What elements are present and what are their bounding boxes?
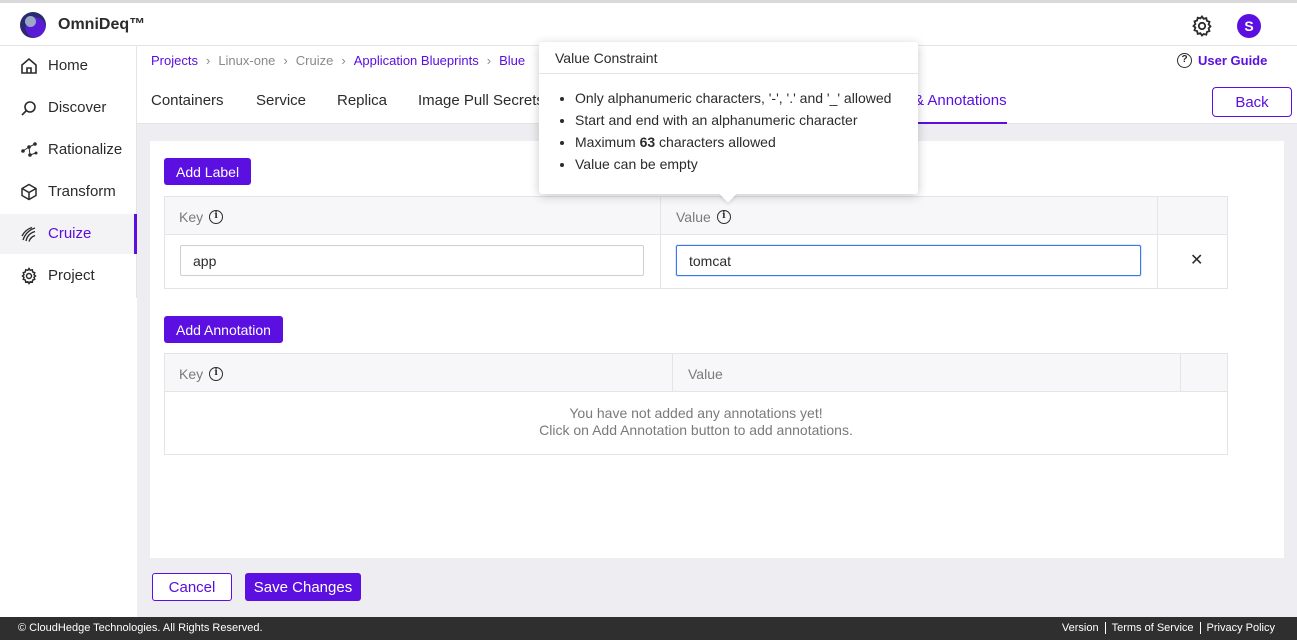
breadcrumb-blueprint[interactable]: Blue	[499, 53, 525, 68]
footer-link-version[interactable]: Version	[1056, 622, 1105, 634]
max-value: 63	[639, 134, 656, 150]
sidebar-item-label: Rationalize	[48, 141, 123, 158]
column-divider	[660, 197, 661, 235]
annotations-empty-state: You have not added any annotations yet! …	[165, 392, 1227, 454]
copyright-text: © CloudHedge Technologies. All Rights Re…	[18, 622, 263, 634]
value-constraint-tooltip: Value Constraint Only alphanumeric chara…	[539, 42, 918, 194]
breadcrumb-separator: ›	[283, 53, 288, 68]
tab-image-pull-secrets[interactable]: Image Pull Secrets	[418, 92, 544, 109]
footer-link-privacy[interactable]: Privacy Policy	[1199, 622, 1281, 634]
user-avatar[interactable]: S	[1237, 14, 1261, 38]
column-divider	[672, 354, 673, 392]
cube-icon	[21, 183, 37, 201]
omnideq-logo[interactable]	[20, 12, 46, 38]
breadcrumb-cruize: Cruize	[295, 53, 334, 68]
footer-links: Version Terms of Service Privacy Policy	[1056, 622, 1281, 634]
value-header-label: Value	[688, 366, 723, 382]
breadcrumb: Projects › Linux-one › Cruize › Applicat…	[151, 53, 525, 68]
annotations-table-header: Key i Value	[165, 354, 1227, 392]
tab-service[interactable]: Service	[256, 92, 306, 109]
footer: © CloudHedge Technologies. All Rights Re…	[0, 617, 1297, 640]
gear-icon	[21, 267, 37, 285]
labels-annotations-panel: Add Label Key i Value i ✕	[150, 141, 1284, 558]
cancel-button[interactable]: Cancel	[152, 573, 232, 601]
breadcrumb-separator: ›	[205, 53, 211, 68]
constraint-allowed-chars: Only alphanumeric characters, '-', '.' a…	[575, 87, 891, 109]
annotations-key-header: Key i	[179, 366, 224, 382]
sidebar-item-rationalize[interactable]: Rationalize	[0, 130, 137, 170]
settings-gear-icon[interactable]	[1190, 14, 1214, 38]
discover-icon	[21, 101, 36, 116]
empty-message-line1: You have not added any annotations yet!	[569, 405, 823, 421]
sidebar-item-project[interactable]: Project	[0, 256, 137, 296]
annotations-value-header: Value	[688, 366, 723, 382]
info-icon[interactable]: i	[209, 367, 224, 381]
tooltip-divider	[539, 73, 918, 74]
column-divider	[660, 235, 661, 288]
remove-label-button[interactable]: ✕	[1190, 250, 1203, 270]
column-divider	[1157, 235, 1158, 288]
key-header-label: Key	[179, 209, 204, 225]
constraint-empty-allowed: Value can be empty	[575, 153, 891, 175]
breadcrumb-application-blueprints[interactable]: Application Blueprints	[354, 53, 479, 68]
user-guide-link[interactable]: ? User Guide	[1177, 53, 1267, 68]
add-annotation-button[interactable]: Add Annotation	[164, 316, 283, 343]
max-suffix: characters allowed	[655, 134, 776, 150]
sidebar-item-label: Transform	[48, 183, 116, 200]
home-icon	[21, 57, 37, 74]
sidebar: Home Discover Rationalize Transform Crui…	[0, 46, 137, 298]
tab-labels-annotations[interactable]: & Annotations	[914, 92, 1007, 109]
app-name: OmniDeq™	[58, 16, 146, 33]
top-bar: OmniDeq™ S	[0, 0, 1297, 46]
rationalize-icon	[21, 142, 38, 157]
breadcrumb-projects[interactable]: Projects	[151, 53, 198, 68]
sidebar-item-cruize[interactable]: Cruize	[0, 214, 137, 254]
breadcrumb-linux-one: Linux-one	[218, 53, 276, 68]
sidebar-item-label: Cruize	[48, 225, 92, 242]
max-prefix: Maximum	[575, 134, 640, 150]
labels-table-header: Key i Value i	[165, 197, 1227, 235]
sidebar-item-discover[interactable]: Discover	[0, 88, 137, 128]
labels-value-header: Value i	[676, 209, 731, 225]
user-guide-label: User Guide	[1198, 53, 1268, 68]
breadcrumb-separator: ›	[341, 53, 346, 68]
footer-link-terms[interactable]: Terms of Service	[1104, 622, 1200, 634]
save-changes-button[interactable]: Save Changes	[245, 573, 361, 601]
info-icon[interactable]: i	[209, 210, 224, 224]
sidebar-item-home[interactable]: Home	[0, 46, 137, 86]
constraint-max-length: Maximum 63 characters allowed	[575, 131, 891, 153]
key-header-label: Key	[179, 366, 204, 382]
label-key-input[interactable]	[180, 245, 644, 276]
add-label-button[interactable]: Add Label	[164, 158, 252, 185]
annotations-table: Key i Value You have not added any annot…	[164, 353, 1228, 455]
labels-key-header: Key i	[179, 209, 224, 225]
empty-message-line2: Click on Add Annotation button to add an…	[539, 422, 853, 438]
tab-replica[interactable]: Replica	[337, 92, 387, 109]
column-divider	[1157, 197, 1158, 235]
cruize-icon	[21, 226, 36, 242]
tab-containers[interactable]: Containers	[151, 92, 224, 109]
constraint-start-end: Start and end with an alphanumeric chara…	[575, 109, 891, 131]
sidebar-item-label: Home	[48, 57, 89, 74]
column-divider	[1180, 354, 1181, 392]
sidebar-item-label: Discover	[48, 99, 107, 116]
breadcrumb-separator: ›	[486, 53, 492, 68]
label-value-input[interactable]	[676, 245, 1141, 276]
info-icon[interactable]: i	[716, 210, 731, 224]
tooltip-title: Value Constraint	[555, 50, 658, 66]
labels-table: Key i Value i ✕	[164, 196, 1228, 289]
help-circle-icon: ?	[1177, 53, 1192, 68]
value-header-label: Value	[676, 209, 711, 225]
back-button[interactable]: Back	[1212, 87, 1292, 117]
table-row: ✕	[165, 235, 1227, 288]
sidebar-item-transform[interactable]: Transform	[0, 172, 137, 212]
tooltip-constraint-list: Only alphanumeric characters, '-', '.' a…	[575, 87, 891, 175]
sidebar-item-label: Project	[48, 267, 95, 284]
